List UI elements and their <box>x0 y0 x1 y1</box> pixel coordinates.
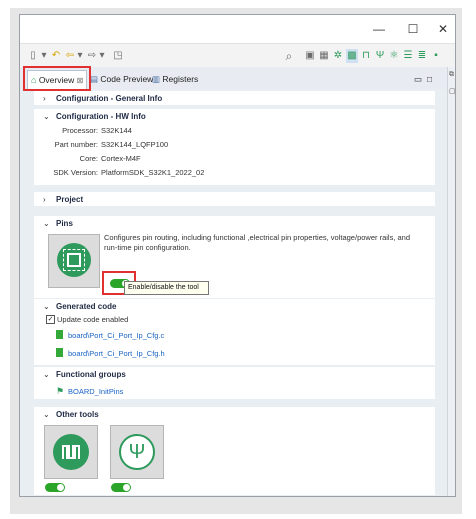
clock-tool-icon[interactable]: ✲ <box>332 49 344 63</box>
pins-tool-icon[interactable]: ▩ <box>346 49 358 63</box>
section-pins: ⌄ Pins Configures pin routing, including… <box>34 216 435 298</box>
flag-icon: ⚑ <box>56 386 65 396</box>
hw-label: Part number: <box>54 140 98 149</box>
back-icon[interactable]: ⇦ <box>64 49 76 63</box>
app-window: — ☐ ✕ ▯ ▾ ↶ ⇦ ▾ ⇨ ▾ ◳ ⌕ ▣ ▦ ✲ ▩ ⊓ Ψ ⚛ ☰ … <box>19 14 456 497</box>
hw-value: PlatformSDK_S32K1_2022_02 <box>101 168 205 177</box>
overview-tab-highlight <box>23 66 91 91</box>
tab-label: Registers <box>162 74 199 84</box>
title-bar: — ☐ ✕ <box>20 15 455 43</box>
section-project[interactable]: › Project <box>34 192 435 206</box>
hw-value: Cortex-M4F <box>101 154 141 163</box>
generated-file-link[interactable]: board\Port_Ci_Port_Ip_Cfg.h <box>68 349 165 358</box>
tab-registers[interactable]: ▥ Registers <box>152 70 212 88</box>
maximize-view-button[interactable]: □ <box>427 70 437 88</box>
hw-label: SDK Version: <box>53 168 98 177</box>
usb-icon: Ψ <box>119 434 155 470</box>
overview-content: › Configuration - General Info ⌄ Configu… <box>20 89 447 496</box>
pulse-wave-icon <box>53 434 89 470</box>
section-other-tools: ⌄ Other tools Ψ <box>34 407 435 495</box>
section-functional-groups: ⌄ Functional groups ⚑ BOARD_InitPins <box>34 367 435 399</box>
undo-icon[interactable]: ↶ <box>50 49 62 63</box>
toggle-tooltip: Enable/disable the tool <box>124 281 209 295</box>
chip-icon <box>57 243 91 277</box>
update-code-checkbox[interactable]: ✓ <box>46 315 55 324</box>
tab-label: Code Preview <box>100 74 154 84</box>
forward-icon[interactable]: ⇨ <box>86 49 98 63</box>
hw-value: S32K144_LQFP100 <box>101 140 169 149</box>
main-toolbar: ▯ ▾ ↶ ⇦ ▾ ⇨ ▾ ◳ ⌕ ▣ ▦ ✲ ▩ ⊓ Ψ ⚛ ☰ ≣ ▪ <box>20 43 455 68</box>
chevron-right-icon: › <box>43 94 46 103</box>
section-hw-info: ⌄ Configuration - HW Info Processor: S32… <box>34 109 435 185</box>
section-title: Pins <box>56 219 73 228</box>
generated-file-link[interactable]: board\Port_Ci_Port_Ip_Cfg.c <box>68 331 164 340</box>
dropdown-arrow-icon[interactable]: ▾ <box>76 49 84 63</box>
dropdown-arrow-icon[interactable]: ▾ <box>98 49 106 63</box>
section-title: Functional groups <box>56 370 126 379</box>
new-window-icon[interactable]: ◳ <box>112 49 124 63</box>
chevron-down-icon[interactable]: ⌄ <box>43 219 50 228</box>
peripherals-enable-toggle[interactable] <box>45 483 65 492</box>
view-icon[interactable]: ▢ <box>449 87 455 95</box>
close-window-button[interactable]: ✕ <box>428 21 455 37</box>
section-generated-code: ⌄ Generated code ✓ Update code enabled b… <box>34 299 435 365</box>
minimize-button[interactable]: — <box>364 21 394 37</box>
chevron-down-icon[interactable]: ⌄ <box>43 112 50 121</box>
section-title: Project <box>56 195 84 204</box>
peripherals-tool-icon[interactable]: ⊓ <box>360 49 372 63</box>
section-title: Configuration - General Info <box>56 94 163 103</box>
h-file-icon <box>56 348 63 357</box>
save-icon[interactable]: ▯ <box>26 49 40 63</box>
section-general-info[interactable]: › Configuration - General Info <box>34 91 435 105</box>
section-title: Generated code <box>56 302 117 311</box>
update-code-label: Update code enabled <box>57 315 129 324</box>
ddr-tool-icon[interactable]: ☰ <box>402 49 414 63</box>
chevron-down-icon[interactable]: ⌄ <box>43 410 50 419</box>
registers-icon: ▥ <box>152 74 161 84</box>
code-preview-icon: ▤ <box>90 74 99 84</box>
project-tool-icon[interactable]: ▪ <box>430 49 442 63</box>
chevron-right-icon: › <box>43 195 46 204</box>
hw-value: S32K144 <box>101 126 132 135</box>
pins-description: Configures pin routing, including functi… <box>104 233 411 252</box>
chip-config-icon[interactable]: ▦ <box>318 49 330 63</box>
tee-tool-icon[interactable]: ⚛ <box>388 49 400 63</box>
hw-label: Processor: <box>62 126 98 135</box>
usb-enable-toggle[interactable] <box>111 483 131 492</box>
chevron-down-icon[interactable]: ⌄ <box>43 370 50 379</box>
chevron-down-icon[interactable]: ⌄ <box>43 302 50 311</box>
functional-group-link[interactable]: BOARD_InitPins <box>68 387 123 396</box>
open-perspective-icon[interactable]: ▣ <box>304 49 316 63</box>
section-title: Configuration - HW Info <box>56 112 146 121</box>
sdk-tool-icon[interactable]: ≣ <box>416 49 428 63</box>
hw-label: Core: <box>79 154 98 163</box>
peripherals-tool-tile[interactable] <box>44 425 98 479</box>
usb-tool-tile[interactable]: Ψ <box>110 425 164 479</box>
usb-tool-icon[interactable]: Ψ <box>374 49 386 63</box>
restore-icon[interactable]: ⧉ <box>449 71 454 79</box>
pins-tool-tile[interactable] <box>48 234 100 288</box>
dropdown-arrow-icon[interactable]: ▾ <box>40 49 48 63</box>
section-title: Other tools <box>56 410 99 419</box>
maximize-button[interactable]: ☐ <box>398 21 428 37</box>
minimize-view-button[interactable]: ▭ <box>414 70 424 88</box>
c-file-icon <box>56 330 63 339</box>
right-trim-bar: ⧉ ▢ <box>447 67 455 496</box>
search-icon[interactable]: ⌕ <box>282 49 296 63</box>
